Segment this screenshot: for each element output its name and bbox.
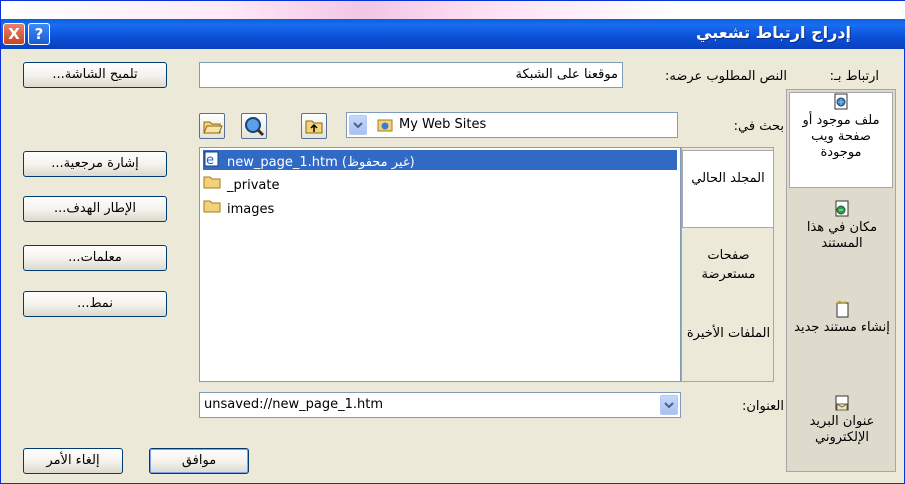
- text-to-display-value: موقعنا على الشبكة: [515, 67, 618, 82]
- tab-current-folder-label: المجلد الحالي: [691, 171, 765, 186]
- file-list[interactable]: e new_page_1.htm (غير محفوظ) _private im…: [199, 147, 681, 382]
- dialog-title: إدراج ارتباط تشعبي: [696, 23, 851, 42]
- address-dropdown-arrow[interactable]: [660, 395, 678, 415]
- file-name: new_page_1.htm (غير محفوظ): [227, 155, 415, 170]
- web-sites-folder-icon: [377, 117, 393, 137]
- open-folder-icon: [200, 121, 224, 142]
- close-button[interactable]: X: [3, 23, 25, 45]
- link-to-existing-file[interactable]: ملف موجود أو صفحة ويب موجودة: [789, 92, 893, 188]
- file-name: images: [227, 202, 275, 217]
- browse-web-button[interactable]: [241, 113, 267, 139]
- link-to-place-in-document[interactable]: مكان في هذا المستند: [787, 200, 897, 280]
- view-tabs: المجلد الحالي صفحات مستعرضة الملفات الأخ…: [681, 147, 774, 382]
- existing-file-icon: [832, 93, 850, 111]
- insert-hyperlink-dialog: X ? إدراج ارتباط تشعبي ارتباط بـ: النص ا…: [0, 0, 905, 484]
- html-page-icon: e: [203, 150, 221, 175]
- up-one-folder-button[interactable]: [301, 113, 327, 139]
- folder-icon: [203, 174, 221, 197]
- new-document-icon: [833, 300, 851, 318]
- address-value: unsaved://new_page_1.htm: [204, 397, 384, 412]
- parameters-button[interactable]: معلمات...: [23, 245, 167, 271]
- web-search-icon: [242, 117, 266, 142]
- folder-icon: [203, 198, 221, 221]
- text-to-display-field[interactable]: موقعنا على الشبكة: [199, 62, 623, 88]
- look-in-dropdown-arrow[interactable]: [349, 115, 367, 135]
- browse-file-button[interactable]: [199, 113, 225, 139]
- link-to-new-document-label: إنشاء مستند جديد: [794, 320, 890, 335]
- list-item[interactable]: _private: [203, 174, 279, 194]
- tab-browsed-pages[interactable]: صفحات مستعرضة: [682, 238, 775, 298]
- help-button[interactable]: ?: [28, 23, 50, 45]
- address-label: العنوان:: [741, 399, 784, 414]
- bookmark-button[interactable]: إشارة مرجعية...: [23, 151, 167, 177]
- look-in-label: بحث في:: [733, 119, 784, 134]
- tab-current-folder[interactable]: المجلد الحالي: [682, 150, 774, 228]
- email-address-icon: [833, 394, 851, 412]
- text-to-display-label: النص المطلوب عرضه:: [664, 69, 787, 84]
- ok-button[interactable]: موافق: [149, 448, 249, 474]
- look-in-combo[interactable]: My Web Sites: [346, 112, 678, 138]
- link-to-email[interactable]: عنوان البريد الإلكتروني: [787, 394, 897, 470]
- address-combo[interactable]: unsaved://new_page_1.htm: [199, 392, 681, 418]
- place-in-document-icon: [833, 200, 851, 218]
- link-to-new-document[interactable]: إنشاء مستند جديد: [787, 300, 897, 380]
- link-to-email-label: عنوان البريد الإلكتروني: [809, 414, 875, 445]
- look-in-value: My Web Sites: [399, 117, 487, 132]
- title-bar[interactable]: X ? إدراج ارتباط تشعبي: [1, 19, 905, 49]
- link-to-label: ارتباط بـ:: [829, 69, 879, 84]
- link-to-bar: ملف موجود أو صفحة ويب موجودة مكان في هذا…: [786, 89, 896, 472]
- screentip-button[interactable]: تلميح الشاشة...: [23, 62, 167, 88]
- list-item[interactable]: e new_page_1.htm (غير محفوظ): [203, 150, 677, 170]
- svg-text:e: e: [206, 153, 214, 168]
- tab-recent-files[interactable]: الملفات الأخيرة: [682, 316, 775, 376]
- target-frame-button[interactable]: الإطار الهدف...: [23, 196, 167, 222]
- cancel-button[interactable]: إلغاء الأمر: [23, 448, 123, 474]
- style-button[interactable]: نمط...: [23, 291, 167, 317]
- list-item[interactable]: images: [203, 198, 274, 218]
- up-folder-icon: [302, 120, 326, 142]
- link-to-place-label: مكان في هذا المستند: [806, 220, 878, 251]
- file-name: _private: [227, 178, 280, 193]
- tab-browsed-pages-label: صفحات مستعرضة: [701, 248, 756, 282]
- link-to-existing-file-label: ملف موجود أو صفحة ويب موجودة: [802, 113, 880, 160]
- tab-recent-files-label: الملفات الأخيرة: [686, 326, 771, 341]
